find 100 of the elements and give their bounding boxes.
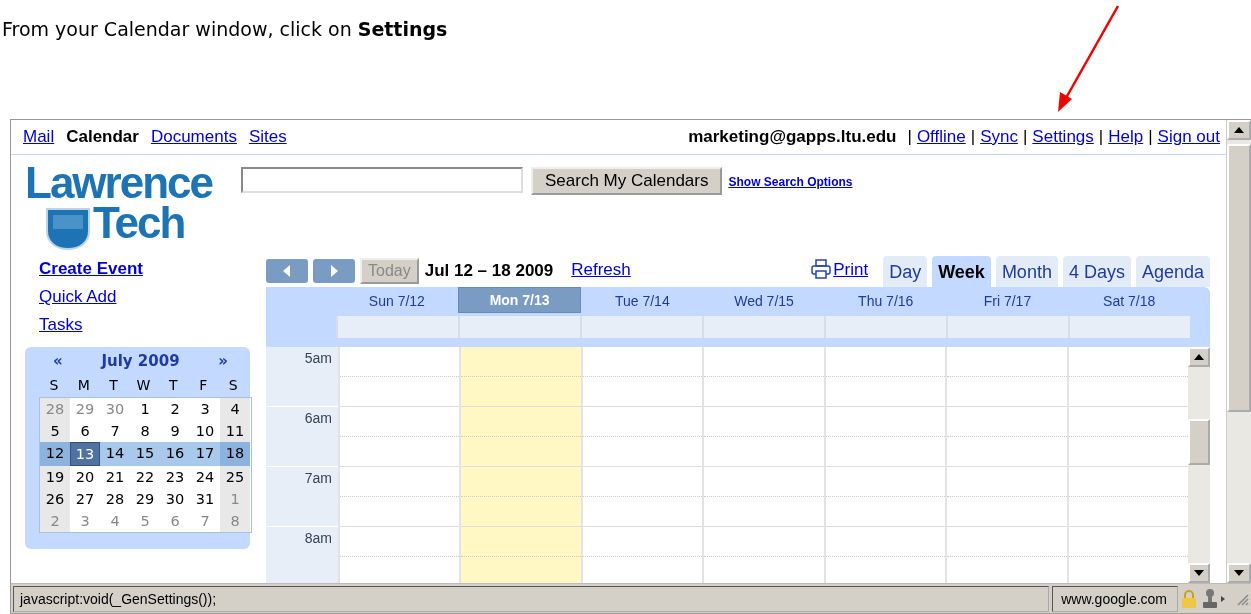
stamp-icon[interactable] xyxy=(1200,587,1226,610)
day-cell[interactable]: 17 xyxy=(190,442,220,466)
day-column[interactable] xyxy=(580,347,703,583)
day-cell[interactable]: 15 xyxy=(130,442,160,466)
all-day-cell[interactable] xyxy=(824,316,946,338)
day-cell[interactable]: 2 xyxy=(160,398,190,420)
day-cell[interactable]: 27 xyxy=(70,488,100,510)
day-cell[interactable]: 31 xyxy=(190,488,220,510)
view-tab[interactable]: Week xyxy=(932,256,991,287)
resize-grip-icon[interactable] xyxy=(1235,591,1249,606)
view-tab[interactable]: 4 Days xyxy=(1062,256,1131,287)
day-cell[interactable]: 3 xyxy=(70,510,100,532)
day-cell[interactable]: 20 xyxy=(70,466,100,488)
all-day-cell[interactable] xyxy=(458,316,580,338)
previous-month-button[interactable]: « xyxy=(53,352,63,370)
app-link[interactable]: Sites xyxy=(248,127,287,147)
day-cell[interactable]: 9 xyxy=(160,420,190,442)
day-cell[interactable]: 18 xyxy=(220,442,250,466)
view-tab[interactable]: Day xyxy=(883,256,928,287)
day-column[interactable] xyxy=(459,347,581,583)
scrollbar-thumb[interactable] xyxy=(1187,419,1210,465)
day-cell[interactable]: 25 xyxy=(220,466,250,488)
account-link[interactable]: Offline xyxy=(916,127,966,147)
print-link[interactable]: Print xyxy=(833,260,869,280)
day-cell[interactable]: 19 xyxy=(40,466,70,488)
separator: | xyxy=(907,127,912,147)
scrollbar-thumb[interactable] xyxy=(1227,144,1251,412)
day-cell[interactable]: 5 xyxy=(130,510,160,532)
weekday-label: M xyxy=(76,376,91,395)
day-column[interactable] xyxy=(702,347,824,583)
account-link[interactable]: Settings xyxy=(1032,127,1094,147)
all-day-cell[interactable] xyxy=(946,316,1068,338)
day-cell[interactable]: 3 xyxy=(190,398,220,420)
next-week-button[interactable] xyxy=(313,259,355,283)
all-day-cell[interactable] xyxy=(1068,316,1190,338)
scroll-down-button[interactable] xyxy=(1187,563,1210,583)
day-cell[interactable]: 1 xyxy=(130,398,160,420)
day-header[interactable]: Sat 7/18 xyxy=(1068,289,1191,313)
app-link[interactable]: Mail xyxy=(23,127,55,147)
all-day-cell[interactable] xyxy=(580,316,702,338)
all-day-cell[interactable] xyxy=(702,316,824,338)
view-tab[interactable]: Agenda xyxy=(1135,256,1210,287)
day-cell[interactable]: 26 xyxy=(40,488,70,510)
refresh-link[interactable]: Refresh xyxy=(571,260,631,280)
day-cell[interactable]: 23 xyxy=(160,466,190,488)
instruction-text: From your Calendar window, click on Settings xyxy=(2,18,448,40)
separator: | xyxy=(1148,127,1153,147)
day-cell[interactable]: 14 xyxy=(100,442,130,466)
search-button[interactable]: Search My Calendars xyxy=(531,167,723,195)
search-options-link[interactable]: Show Search Options xyxy=(728,175,853,189)
day-cell[interactable]: 16 xyxy=(160,442,190,466)
day-cell[interactable]: 29 xyxy=(70,398,100,420)
day-cell[interactable]: 29 xyxy=(130,488,160,510)
day-header[interactable]: Thu 7/16 xyxy=(824,289,947,313)
view-tab[interactable]: Month xyxy=(995,256,1058,287)
scroll-up-button[interactable] xyxy=(1187,347,1210,367)
day-cell[interactable]: 4 xyxy=(100,510,130,532)
day-header[interactable]: Wed 7/15 xyxy=(703,289,825,313)
day-cell[interactable]: 10 xyxy=(190,420,220,442)
printer-icon[interactable] xyxy=(811,259,832,279)
day-cell[interactable]: 7 xyxy=(100,420,130,442)
day-cell[interactable]: 12 xyxy=(40,442,70,466)
day-cell[interactable]: 7 xyxy=(190,510,220,532)
day-cell[interactable]: 30 xyxy=(100,398,130,420)
day-cell[interactable]: 21 xyxy=(100,466,130,488)
hour-label: 7am xyxy=(304,470,332,486)
sidebar-link[interactable]: Quick Add xyxy=(39,283,117,311)
account-link[interactable]: Sync xyxy=(980,127,1018,147)
sidebar-link[interactable]: Tasks xyxy=(39,311,83,339)
next-month-button[interactable]: » xyxy=(218,352,228,370)
account-link[interactable]: Sign out xyxy=(1157,127,1220,147)
day-cell[interactable]: 11 xyxy=(220,420,250,442)
day-header[interactable]: Sun 7/12 xyxy=(336,289,458,313)
previous-week-button[interactable] xyxy=(266,259,308,283)
create-event-link[interactable]: Create Event xyxy=(39,255,143,283)
account-link[interactable]: Help xyxy=(1108,127,1144,147)
day-header[interactable]: Fri 7/17 xyxy=(946,289,1069,313)
day-cell[interactable]: 6 xyxy=(70,420,100,442)
day-cell[interactable]: 22 xyxy=(130,466,160,488)
hour-label: 6am xyxy=(304,410,332,426)
scroll-down-button[interactable] xyxy=(1227,563,1251,583)
day-cell[interactable]: 13 xyxy=(70,442,100,466)
hour-label: 8am xyxy=(304,530,332,546)
day-cell[interactable]: 30 xyxy=(160,488,190,510)
day-cell[interactable]: 6 xyxy=(160,510,190,532)
day-column[interactable] xyxy=(338,347,460,583)
day-column[interactable] xyxy=(823,347,946,583)
left-triangle-icon xyxy=(282,265,292,277)
search-field[interactable] xyxy=(241,167,523,193)
all-day-cell[interactable] xyxy=(336,316,458,338)
day-cell[interactable]: 5 xyxy=(40,420,70,442)
app-link[interactable]: Calendar xyxy=(66,127,139,147)
day-cell[interactable]: 28 xyxy=(100,488,130,510)
day-column[interactable] xyxy=(945,347,1067,583)
scroll-up-button[interactable] xyxy=(1227,120,1251,140)
day-cell[interactable]: 4 xyxy=(220,398,250,420)
day-cell[interactable]: 24 xyxy=(190,466,220,488)
day-header[interactable]: Tue 7/14 xyxy=(581,289,704,313)
day-cell[interactable]: 8 xyxy=(130,420,160,442)
app-link[interactable]: Documents xyxy=(150,127,237,147)
